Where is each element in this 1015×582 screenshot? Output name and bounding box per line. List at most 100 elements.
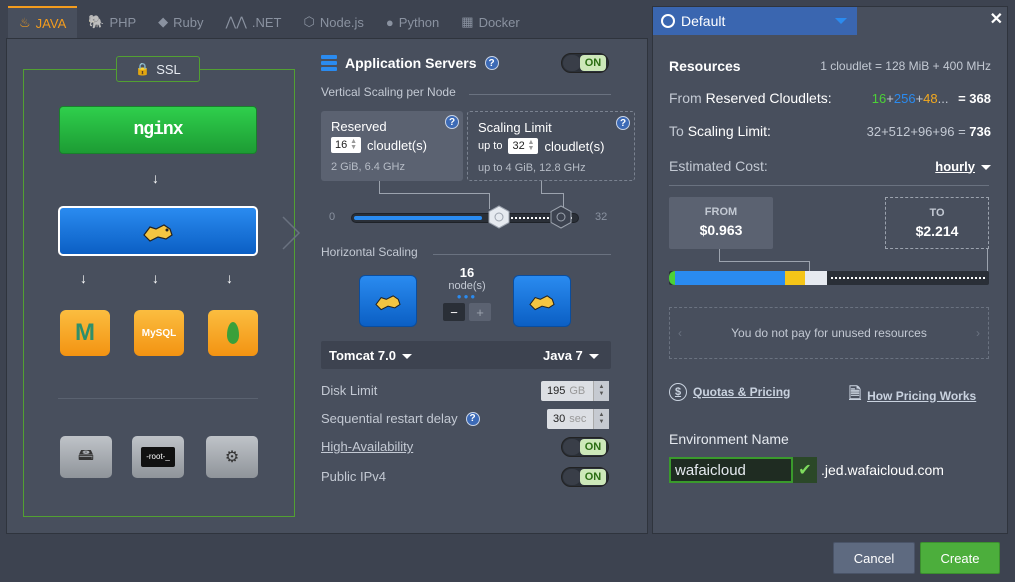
stepper-icon[interactable]: ▲ ▼ bbox=[593, 381, 609, 401]
nginx-balancer-node[interactable]: nginx bbox=[59, 106, 257, 154]
server-select[interactable]: Tomcat 7.0 bbox=[329, 348, 412, 363]
high-availability-link[interactable]: High-Availability bbox=[321, 439, 413, 454]
cost-bar bbox=[669, 271, 989, 285]
reserved-slider-handle[interactable] bbox=[487, 205, 511, 229]
stepper-icon[interactable]: ▲ ▼ bbox=[593, 409, 609, 429]
tomcat-icon bbox=[143, 224, 173, 242]
disk-limit-input[interactable]: 195 GB ▲ ▼ bbox=[541, 381, 609, 401]
arrow-down-icon: ↓ bbox=[152, 270, 159, 286]
ssl-toggle[interactable]: 🔒 SSL bbox=[116, 56, 200, 82]
document-icon: 🗎 bbox=[849, 385, 862, 402]
divider bbox=[433, 254, 611, 255]
region-select[interactable]: Default bbox=[653, 7, 857, 35]
topology-panel: 🔒 SSL nginx ↓ ↓ ↓ ↓ M MySQL 🖴 -root-_ ⚙ … bbox=[6, 38, 648, 534]
mysql-node[interactable]: MySQL bbox=[134, 310, 184, 356]
gear-icon: ⚙ bbox=[224, 449, 240, 466]
mariadb-node[interactable]: M bbox=[60, 310, 110, 356]
tomcat-node-1[interactable] bbox=[359, 275, 417, 327]
high-availability-toggle[interactable]: ON bbox=[561, 437, 609, 457]
public-ipv4-toggle[interactable]: ON bbox=[561, 467, 609, 487]
topology-wizard: 🔒 SSL nginx ↓ ↓ ↓ ↓ M MySQL 🖴 -root-_ ⚙ bbox=[23, 56, 295, 517]
divider bbox=[669, 185, 989, 186]
node-dots-icon: ●●● bbox=[456, 292, 478, 301]
cloudlet-slider[interactable] bbox=[351, 213, 579, 223]
scaling-limit-box: Scaling Limit ? up to 32 ▲ ▼ cloudlet(s) u… bbox=[467, 111, 635, 181]
stepper-icon[interactable]: ▲ ▼ bbox=[350, 138, 357, 151]
lock-icon: 🔒 bbox=[135, 62, 151, 76]
tomcat-node-2[interactable] bbox=[513, 275, 571, 327]
check-icon: ✔ bbox=[793, 457, 817, 483]
language-tabs: ♨ JAVA 🐘 PHP ◆ Ruby ⋀⋀ .NET ⬡ Node.js ● Python… bbox=[8, 6, 531, 38]
help-icon[interactable]: ? bbox=[465, 411, 480, 426]
restart-delay-input[interactable]: 30 sec ▲ ▼ bbox=[547, 409, 609, 429]
cancel-button[interactable]: Cancel bbox=[833, 542, 915, 574]
help-icon[interactable]: ? bbox=[616, 116, 630, 130]
server-version-bar: Tomcat 7.0 Java 7 bbox=[321, 341, 611, 369]
horizontal-scaling-label: Horizontal Scaling bbox=[321, 245, 418, 259]
cost-from-box: FROM $0.963 bbox=[669, 197, 773, 249]
ruby-icon: ◆ bbox=[158, 14, 169, 29]
mongodb-node[interactable] bbox=[208, 310, 258, 356]
php-icon: 🐘 bbox=[88, 14, 105, 29]
docker-icon: ▦ bbox=[461, 14, 474, 29]
nodejs-icon: ⬡ bbox=[303, 14, 315, 29]
reserved-cloudlets-input[interactable]: 16 ▲ ▼ bbox=[331, 137, 361, 153]
limit-slider-handle[interactable] bbox=[549, 205, 573, 229]
vps-node[interactable]: -root-_ bbox=[132, 436, 184, 478]
app-servers-toggle[interactable]: ON bbox=[561, 53, 609, 73]
app-server-config: Application Servers ? ON Vertical Scalin… bbox=[321, 39, 635, 533]
tab-nodejs[interactable]: ⬡ Node.js bbox=[292, 6, 374, 38]
java-version-select[interactable]: Java 7 bbox=[543, 348, 599, 363]
help-icon[interactable]: ? bbox=[445, 115, 459, 129]
increase-nodes-button[interactable]: + bbox=[469, 303, 491, 321]
divider bbox=[58, 398, 258, 399]
cost-to-box: TO $2.214 bbox=[885, 197, 989, 249]
section-title: Application Servers ? bbox=[321, 55, 499, 71]
java-icon: ♨ bbox=[19, 15, 31, 30]
globe-icon bbox=[661, 14, 675, 28]
tomcat-icon bbox=[529, 295, 555, 311]
caret-down-icon bbox=[401, 354, 412, 360]
decrease-nodes-button[interactable]: − bbox=[443, 303, 465, 321]
disk-icon: 🖴 bbox=[77, 446, 95, 464]
how-pricing-works-link[interactable]: 🗎 How Pricing Works bbox=[849, 383, 976, 408]
help-icon[interactable]: ? bbox=[484, 56, 499, 70]
connector-chevron bbox=[282, 216, 301, 250]
close-icon[interactable]: ✕ bbox=[990, 9, 1003, 29]
storage-node[interactable]: 🖴 bbox=[60, 436, 112, 478]
vertical-scaling-label: Vertical Scaling per Node bbox=[321, 85, 456, 99]
caret-down-icon bbox=[835, 18, 847, 24]
python-icon: ● bbox=[385, 14, 394, 30]
tab-dotnet[interactable]: ⋀⋀ .NET bbox=[215, 6, 293, 38]
tab-php[interactable]: 🐘 PHP bbox=[77, 6, 147, 38]
caret-down-icon bbox=[981, 164, 991, 170]
tomcat-icon bbox=[375, 295, 401, 311]
chevron-right-icon: › bbox=[976, 326, 980, 340]
environment-name-input[interactable]: wafaicloud bbox=[669, 457, 793, 483]
tab-docker[interactable]: ▦ Docker bbox=[450, 6, 530, 38]
tomcat-app-server-node[interactable] bbox=[58, 206, 258, 256]
tab-java[interactable]: ♨ JAVA bbox=[8, 6, 78, 38]
build-node[interactable]: ⚙ bbox=[206, 436, 258, 478]
reserved-cloudlets-box: Reserved ? 16 ▲ ▼ cloudlet(s) 2 GiB, 6.4 G… bbox=[321, 111, 463, 181]
chevron-left-icon: ‹ bbox=[678, 326, 682, 340]
arrow-down-icon: ↓ bbox=[226, 270, 233, 286]
dotnet-icon: ⋀⋀ bbox=[225, 14, 247, 29]
scaling-limit-input[interactable]: 32 ▲ ▼ bbox=[508, 138, 539, 154]
terminal-icon: -root-_ bbox=[141, 447, 175, 467]
quotas-pricing-link[interactable]: $ Quotas & Pricing bbox=[669, 383, 790, 401]
dollar-icon: $ bbox=[669, 383, 687, 401]
stack-icon bbox=[321, 55, 337, 71]
domain-suffix: .jed.wafaicloud.com bbox=[821, 462, 944, 478]
tab-ruby[interactable]: ◆ Ruby bbox=[147, 6, 214, 38]
stepper-icon[interactable]: ▲ ▼ bbox=[528, 139, 535, 152]
mongodb-leaf-icon bbox=[227, 322, 239, 344]
arrow-down-icon: ↓ bbox=[80, 270, 87, 286]
divider bbox=[469, 94, 611, 95]
create-button[interactable]: Create bbox=[920, 542, 1000, 574]
unused-resources-note: ‹ You do not pay for unused resources › bbox=[669, 307, 989, 359]
cost-period-select[interactable]: hourly bbox=[935, 159, 991, 174]
node-count: 16 bbox=[459, 265, 475, 280]
arrow-down-icon: ↓ bbox=[152, 170, 159, 186]
tab-python[interactable]: ● Python bbox=[375, 6, 450, 38]
